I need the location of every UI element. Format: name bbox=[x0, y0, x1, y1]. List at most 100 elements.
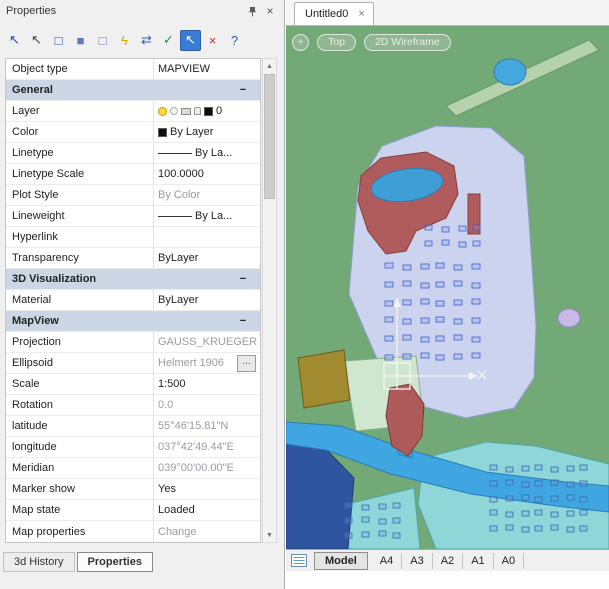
property-row-map-properties[interactable]: Map propertiesChange bbox=[6, 521, 260, 542]
model-viewport[interactable]: + Top 2D Wireframe bbox=[286, 26, 609, 549]
layout-tab-model[interactable]: Model bbox=[314, 552, 368, 570]
swatch-icon[interactable] bbox=[204, 107, 213, 116]
property-value[interactable]: By La... bbox=[154, 147, 260, 159]
select-window-icon[interactable]: □ bbox=[48, 30, 69, 51]
property-row-ellipsoid[interactable]: EllipsoidHelmert 1906... bbox=[6, 353, 260, 374]
property-value[interactable]: ByLayer bbox=[154, 294, 260, 306]
property-text: 55°46'15.81"N bbox=[158, 420, 228, 432]
property-value[interactable]: Yes bbox=[154, 483, 260, 495]
linetype-sample-icon bbox=[158, 216, 192, 217]
property-row-linetype[interactable]: LinetypeBy La... bbox=[6, 143, 260, 164]
layout-tab-a3[interactable]: A3 bbox=[402, 553, 432, 569]
property-row-rotation[interactable]: Rotation0.0 bbox=[6, 395, 260, 416]
viewport-visualstyle-control[interactable]: 2D Wireframe bbox=[364, 34, 451, 51]
property-value[interactable]: By La... bbox=[154, 210, 260, 222]
viewport-plus-control[interactable]: + bbox=[292, 34, 309, 51]
pointer-plus-icon[interactable]: ↖ bbox=[4, 30, 25, 51]
property-text: Loaded bbox=[158, 504, 195, 516]
property-row-meridian[interactable]: Meridian039°00'00.00"E bbox=[6, 458, 260, 479]
property-label: Linetype Scale bbox=[6, 164, 154, 184]
grid-scrollbar[interactable]: ▲ ▼ bbox=[262, 58, 277, 543]
layout-tab-a2[interactable]: A2 bbox=[433, 553, 463, 569]
property-label: Object type bbox=[6, 59, 154, 79]
layout-sheets-icon[interactable] bbox=[290, 553, 308, 568]
section-collapse-icon[interactable]: − bbox=[236, 315, 250, 327]
sync-selection-icon[interactable]: ⇄ bbox=[136, 30, 157, 51]
viewport-controls-overlay: + Top 2D Wireframe bbox=[292, 34, 451, 51]
property-text: 037°42'49.44"E bbox=[158, 441, 234, 453]
property-row-3d-visualization[interactable]: 3D Visualization− bbox=[6, 269, 260, 290]
property-value[interactable]: 0.0 bbox=[154, 399, 260, 411]
select-grid-icon[interactable]: □ bbox=[92, 30, 113, 51]
pick-object-icon[interactable]: ↖ bbox=[180, 30, 201, 51]
drawing-area: Untitled0 × + Top 2D Wireframe ModelA4A3… bbox=[286, 0, 609, 589]
select-group-icon[interactable]: ■ bbox=[70, 30, 91, 51]
property-value[interactable]: By Layer bbox=[154, 126, 260, 138]
cancel-icon[interactable]: × bbox=[202, 30, 223, 51]
property-row-longitude[interactable]: longitude037°42'49.44"E bbox=[6, 437, 260, 458]
properties-panel-title: Properties bbox=[6, 5, 242, 17]
property-value[interactable]: ByLayer bbox=[154, 252, 260, 264]
property-label: Meridian bbox=[6, 458, 154, 478]
property-label: Ellipsoid bbox=[6, 353, 154, 373]
property-row-linetype-scale[interactable]: Linetype Scale100.0000 bbox=[6, 164, 260, 185]
panel-tab-properties[interactable]: Properties bbox=[77, 552, 153, 572]
bulb-icon[interactable] bbox=[158, 107, 167, 116]
property-value[interactable]: By Color bbox=[154, 189, 260, 201]
browse-button[interactable]: ... bbox=[237, 355, 256, 372]
property-row-layer[interactable]: Layer0 bbox=[6, 101, 260, 122]
section-collapse-icon[interactable]: − bbox=[236, 273, 250, 285]
property-row-lineweight[interactable]: LineweightBy La... bbox=[6, 206, 260, 227]
section-collapse-icon[interactable]: − bbox=[236, 84, 250, 96]
layout-tab-a4[interactable]: A4 bbox=[372, 553, 402, 569]
color-value: By Layer bbox=[170, 126, 213, 138]
lock-icon[interactable] bbox=[194, 107, 201, 115]
property-value[interactable]: 0 bbox=[154, 105, 260, 117]
property-value[interactable]: MAPVIEW bbox=[154, 63, 260, 75]
quick-filter-icon[interactable]: ϟ bbox=[114, 30, 135, 51]
freeze-icon[interactable] bbox=[170, 107, 178, 115]
property-value[interactable]: 1:500 bbox=[154, 378, 260, 390]
help-icon[interactable]: ? bbox=[224, 30, 245, 51]
layout-tab-a0[interactable]: A0 bbox=[494, 553, 524, 569]
property-row-mapview[interactable]: MapView− bbox=[6, 311, 260, 332]
property-row-transparency[interactable]: TransparencyByLayer bbox=[6, 248, 260, 269]
panel-tab-3d-history[interactable]: 3d History bbox=[3, 552, 75, 572]
property-value[interactable]: 039°00'00.00"E bbox=[154, 462, 260, 474]
property-row-color[interactable]: ColorBy Layer bbox=[6, 122, 260, 143]
scroll-up-icon[interactable]: ▲ bbox=[263, 59, 276, 73]
property-row-marker-show[interactable]: Marker showYes bbox=[6, 479, 260, 500]
property-value[interactable]: 100.0000 bbox=[154, 168, 260, 180]
map-svg[interactable] bbox=[286, 26, 609, 549]
pin-icon[interactable] bbox=[244, 4, 260, 19]
property-value[interactable]: Helmert 1906... bbox=[154, 355, 260, 372]
property-value[interactable]: Loaded bbox=[154, 504, 260, 516]
panel-bottom-tabs: 3d HistoryProperties bbox=[3, 550, 153, 574]
property-label: MapView bbox=[6, 311, 236, 331]
layout-tab-a1[interactable]: A1 bbox=[463, 553, 493, 569]
property-row-material[interactable]: MaterialByLayer bbox=[6, 290, 260, 311]
document-tab-untitled0[interactable]: Untitled0 × bbox=[294, 2, 374, 25]
property-row-hyperlink[interactable]: Hyperlink bbox=[6, 227, 260, 248]
scroll-thumb[interactable] bbox=[264, 74, 275, 199]
viewport-view-control[interactable]: Top bbox=[317, 34, 356, 51]
property-row-latitude[interactable]: latitude55°46'15.81"N bbox=[6, 416, 260, 437]
close-panel-icon[interactable]: × bbox=[262, 4, 278, 19]
tab-close-icon[interactable]: × bbox=[358, 8, 364, 20]
property-row-object-type[interactable]: Object typeMAPVIEW bbox=[6, 59, 260, 80]
property-row-plot-style[interactable]: Plot StyleBy Color bbox=[6, 185, 260, 206]
property-row-projection[interactable]: ProjectionGAUSS_KRUEGER bbox=[6, 332, 260, 353]
apply-icon[interactable]: ✓ bbox=[158, 30, 179, 51]
property-value[interactable]: 55°46'15.81"N bbox=[154, 420, 260, 432]
property-row-scale[interactable]: Scale1:500 bbox=[6, 374, 260, 395]
property-value[interactable]: 037°42'49.44"E bbox=[154, 441, 260, 453]
property-value[interactable]: Change bbox=[154, 526, 260, 538]
properties-titlebar: Properties × bbox=[0, 0, 284, 22]
scroll-down-icon[interactable]: ▼ bbox=[263, 528, 276, 542]
pointer-icon[interactable]: ↖ bbox=[26, 30, 47, 51]
property-row-general[interactable]: General− bbox=[6, 80, 260, 101]
property-text: Helmert 1906 bbox=[158, 357, 224, 369]
plot-icon[interactable] bbox=[181, 108, 191, 115]
property-row-map-state[interactable]: Map stateLoaded bbox=[6, 500, 260, 521]
property-value[interactable]: GAUSS_KRUEGER bbox=[154, 336, 260, 348]
